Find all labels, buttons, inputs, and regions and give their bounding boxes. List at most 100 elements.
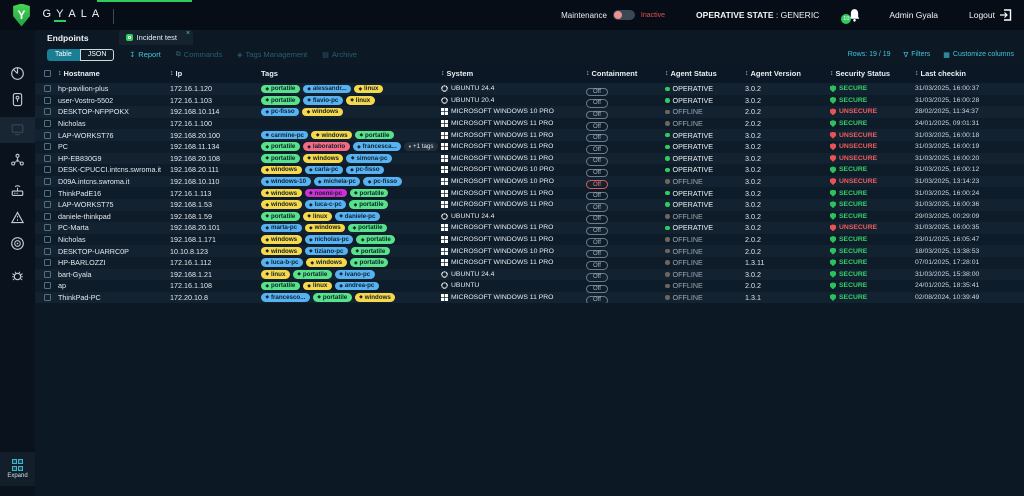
row-checkbox[interactable] [44,178,51,186]
row-checkbox[interactable] [44,108,51,116]
table-row[interactable]: HP-EB830G9 192.168.20.108 ◆ portatile ◆ windo… [35,152,1024,166]
logout-button[interactable]: Logout [969,9,1012,21]
status-dot-icon [665,225,670,231]
column-header-security-status[interactable]: ↕ Security Status [830,69,915,78]
row-checkbox[interactable] [44,259,51,267]
sort-icon[interactable]: ↕ [915,70,919,77]
table-row[interactable]: ThinkPad-PC 172.20.10.8 ◆ francesco... ◆ port… [35,291,1024,305]
notifications-badge: 10 [841,14,852,24]
column-header-last-checkin[interactable]: ↕ Last checkin [915,69,1020,78]
archive-button[interactable]: ▤ Archive [322,50,357,59]
agent-version-cell: 3.0.2 [745,177,761,187]
table-row[interactable]: daniele-thinkpad 192.168.1.59 ◆ portatile ◆ l… [35,210,1024,224]
row-checkbox[interactable] [44,143,51,151]
table-row[interactable]: PC 192.168.11.134 ◆ portatile ◆ laboratorio ◆ f… [35,140,1024,155]
brand-logo[interactable]: Y GYALA [12,3,102,27]
view-table-button[interactable]: Table [47,48,80,61]
ip-cell: 172.16.1.120 [170,84,212,94]
view-json-button[interactable]: JSON [79,48,115,61]
column-header-agent-status[interactable]: ↕ Agent Status [665,69,745,78]
row-checkbox[interactable] [44,293,51,301]
table-row[interactable]: bart-Gyala 192.168.1.21 ◆ linux ◆ portatile ◆ i… [35,268,1024,282]
column-header-hostname[interactable]: ↕ Hostname [58,69,170,78]
tag-chip: ◆ linux [261,270,290,279]
column-header-containment[interactable]: ↕ Containment [586,69,665,78]
row-checkbox[interactable] [44,166,51,174]
protection-target-icon[interactable] [10,236,25,251]
sort-icon[interactable]: ↕ [745,70,749,77]
system-label: MICROSOFT WINDOWS 11 PRO [451,131,554,139]
sort-icon[interactable]: ↕ [586,70,590,77]
maintenance-toggle[interactable] [612,10,635,20]
table-row[interactable]: PC-Marta 192.168.20.101 ◆ marta-pc ◆ windows ◆… [35,222,1024,236]
tag-glyph-icon: ◆ [265,282,269,288]
tab-incident-test[interactable]: Incident test × [118,30,194,45]
table-row[interactable]: DESKTOP-NFPPOKX 192.168.10.114 ◆ pc-fisso ◆ w… [35,106,1024,120]
more-tags-chip[interactable]: ▾ +1 tags [404,142,438,152]
row-checkbox[interactable] [44,131,51,139]
table-row[interactable]: HP-BARLOZZI 172.16.1.112 ◆ luca-b-pc ◆ window… [35,256,1024,270]
table-row[interactable]: Nicholas 192.168.1.171 ◆ windows ◆ nicholas-p… [35,233,1024,247]
table-row[interactable]: ThinkPadE16 172.16.1.113 ◆ windows ◆ noemi-pc… [35,187,1024,201]
filters-button[interactable]: ∇ Filters [904,51,931,59]
report-button[interactable]: ↧ Report [129,50,160,59]
dashboard-icon[interactable] [10,66,25,81]
table-row[interactable]: DESK-CPUCCI.intcns.swroma.it 192.168.20.1… [35,164,1024,178]
last-checkin-cell: 24/01/2025, 18:35:41 [915,282,980,290]
sort-icon[interactable]: ↕ [441,70,445,77]
ip-cell: 192.168.10.114 [170,107,220,117]
commands-button[interactable]: ⧉ Commands [176,50,222,59]
customize-columns-button[interactable]: ▦ Customize columns [943,51,1014,59]
column-header-agent-version[interactable]: ↕ Agent Version [745,69,830,78]
row-checkbox[interactable] [44,236,51,244]
row-checkbox[interactable] [44,120,51,128]
router-icon[interactable] [10,183,25,198]
column-header-ip[interactable]: ↕ Ip [170,69,261,78]
tab-strip: Endpoints Incident test × [35,30,1024,45]
row-checkbox[interactable] [44,270,51,278]
row-checkbox[interactable] [44,224,51,232]
table-row[interactable]: LAP-WORKST75 192.168.1.53 ◆ windows ◆ luca-c-… [35,198,1024,213]
table-row[interactable]: D09A.intcns.swroma.it 192.168.10.110 ◆ wind… [35,175,1024,189]
notifications-button[interactable]: 10 [841,8,862,24]
hazard-triangle-icon[interactable] [10,210,25,225]
threat-bug-icon[interactable] [10,268,25,283]
network-atom-icon[interactable] [10,153,25,168]
row-checkbox[interactable] [44,154,51,162]
sort-icon[interactable]: ↕ [665,70,669,77]
tags-cell: ◆ portatile ◆ alessandr... ◆ linux [261,84,441,94]
sort-icon[interactable]: ↕ [830,70,834,77]
row-checkbox[interactable] [44,212,51,220]
row-checkbox[interactable] [44,201,51,209]
user-menu[interactable]: Admin Gyala [889,10,938,20]
agent-version-cell: 2.0.2 [745,235,761,245]
table-row[interactable]: Nicholas 172.16.1.100 MICROSOFT WINDOWS 11… [35,117,1024,131]
table-row[interactable]: LAP-WORKST76 192.168.20.100 ◆ carmine-pc ◆ wi… [35,129,1024,143]
tags-cell: ◆ luca-b-pc ◆ windows ◆ portatile [261,258,441,267]
row-checkbox[interactable] [44,96,51,104]
tab-close-icon[interactable]: × [186,30,190,38]
endpoints-card-icon[interactable] [10,92,25,107]
row-checkbox[interactable] [44,247,51,255]
table-row[interactable]: ap 172.16.1.108 ◆ portatile ◆ linux ◆ andrea-pc… [35,280,1024,294]
agent-version-cell: 3.0.2 [745,211,761,221]
agent-status-label: OPERATIVE [672,142,714,152]
tags-management-button[interactable]: ◈ Tags Management [237,50,307,59]
agent-status-cell: OFFLINE [665,235,745,244]
hostname-cell: Nicholas [58,235,86,245]
table-row[interactable]: DESKTOP-UARRC0P 10.10.8.123 ◆ windows ◆ tizia… [35,245,1024,259]
sort-icon[interactable]: ↕ [170,70,174,77]
table-row[interactable]: hp-pavilion-plus 172.16.1.120 ◆ portatile ◆ a… [35,83,1024,97]
sidebar-expand-button[interactable]: Expand [0,452,35,486]
row-checkbox[interactable] [44,189,51,197]
table-row[interactable]: user-Vostro-5502 172.16.1.103 ◆ portatile ◆ f… [35,94,1024,108]
system-label: MICROSOFT WINDOWS 11 PRO [451,293,554,301]
sidebar-item-active[interactable] [0,117,35,143]
row-checkbox[interactable] [44,282,51,290]
column-header-system[interactable]: ↕ System [441,69,586,78]
toggle-knob [613,11,622,19]
tag-glyph-icon: ◆ [353,201,358,207]
select-all-checkbox[interactable] [44,70,51,77]
sort-icon[interactable]: ↕ [58,70,62,77]
row-checkbox[interactable] [44,85,51,93]
